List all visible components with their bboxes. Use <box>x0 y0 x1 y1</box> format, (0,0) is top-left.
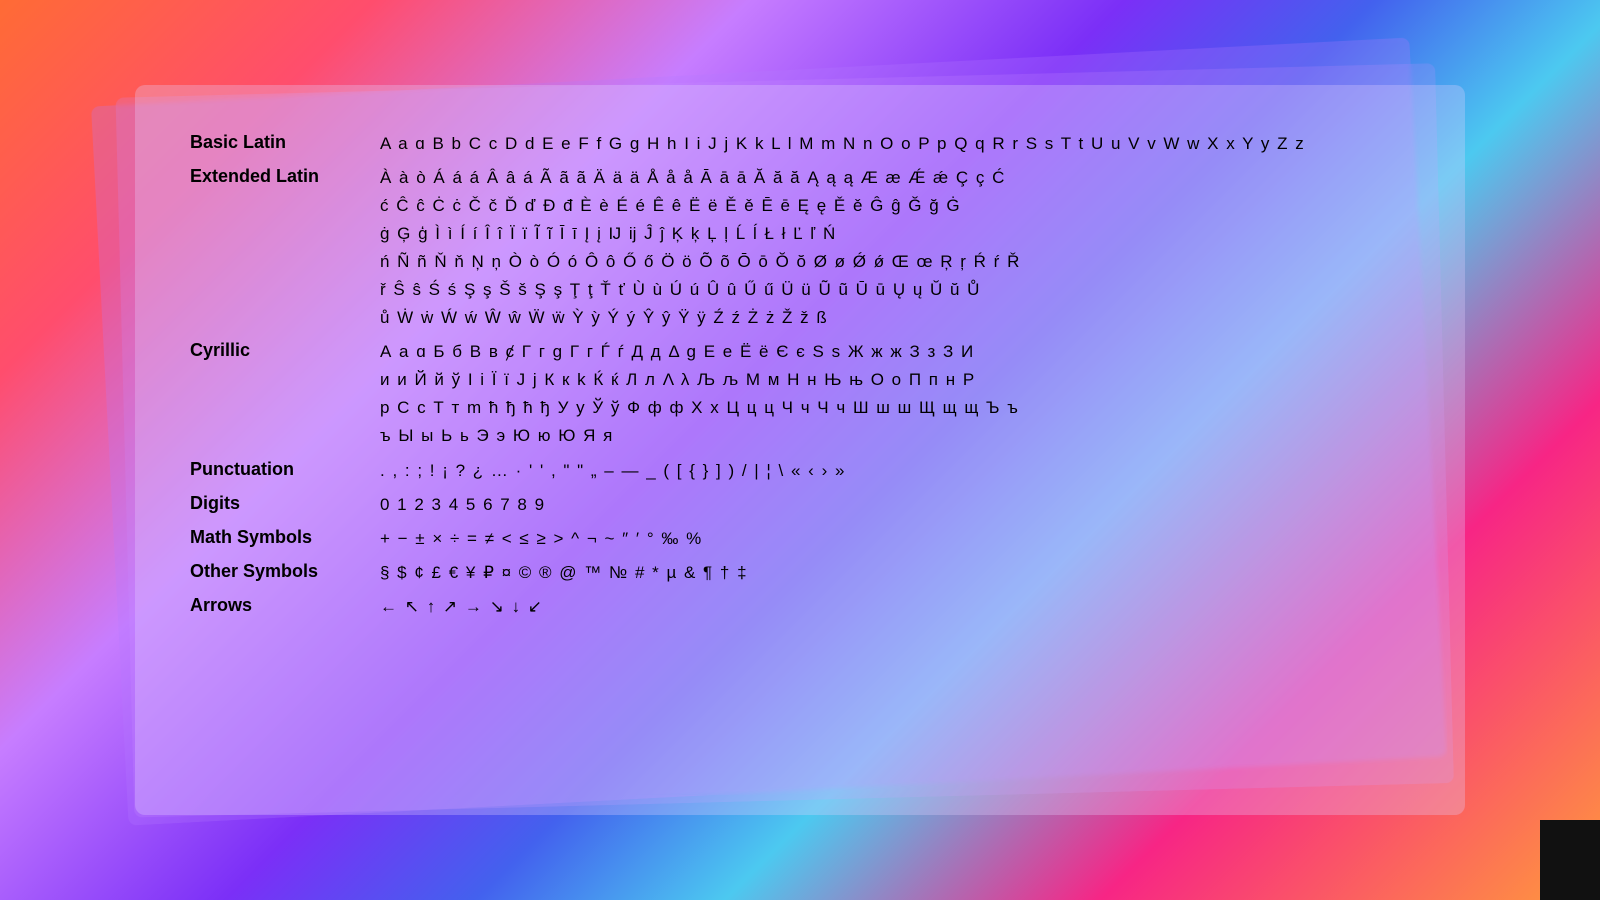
chars-extended-latin: À à ò Á á á Â â á Ã ã ã Ä ä ä Å å å Ā ā … <box>380 164 1410 332</box>
label-arrows: Arrows <box>190 593 380 616</box>
chars-cyrillic: А а ɑ Б б В в ȼ Г г ɡ Г г Ѓ ѓ Д д Δ ɡ Е … <box>380 338 1410 450</box>
staircase-decoration <box>1540 820 1600 900</box>
chars-arrows: ← ↖ ↑ ↗ → ↘ ↓ ↙ <box>380 593 1410 621</box>
label-digits: Digits <box>190 491 380 514</box>
section-math-symbols: Math Symbols + − ± × ÷ = ≠ < ≤ ≥ > ^ ¬ ~… <box>190 525 1410 553</box>
chars-punctuation: . , : ; ! ¡ ? ¿ … · ' ' , " " „ – — _ ( … <box>380 457 1410 485</box>
label-basic-latin: Basic Latin <box>190 130 380 153</box>
section-digits: Digits 0 1 2 3 4 5 6 7 8 9 <box>190 491 1410 519</box>
label-punctuation: Punctuation <box>190 457 380 480</box>
stair-1 <box>1540 820 1600 840</box>
section-cyrillic: Cyrillic А а ɑ Б б В в ȼ Г г ɡ Г г Ѓ ѓ Д… <box>190 338 1410 450</box>
content-panel: Basic Latin A a ɑ B b C c D d E e F f G … <box>135 85 1465 815</box>
chars-math-symbols: + − ± × ÷ = ≠ < ≤ ≥ > ^ ¬ ~ ″ ′ ° ‰ % <box>380 525 1410 553</box>
stair-3 <box>1540 860 1600 880</box>
stair-4 <box>1540 880 1600 900</box>
section-arrows: Arrows ← ↖ ↑ ↗ → ↘ ↓ ↙ <box>190 593 1410 621</box>
label-other-symbols: Other Symbols <box>190 559 380 582</box>
label-math-symbols: Math Symbols <box>190 525 380 548</box>
chars-basic-latin: A a ɑ B b C c D d E e F f G g H h I i J … <box>380 130 1410 158</box>
section-punctuation: Punctuation . , : ; ! ¡ ? ¿ … · ' ' , " … <box>190 457 1410 485</box>
section-extended-latin: Extended Latin À à ò Á á á Â â á Ã ã ã Ä… <box>190 164 1410 332</box>
stair-2 <box>1540 840 1600 860</box>
label-extended-latin: Extended Latin <box>190 164 380 187</box>
chars-other-symbols: § $ ¢ £ € ¥ ₽ ¤ © ® @ ™ № # * µ & ¶ † ‡ <box>380 559 1410 587</box>
chars-digits: 0 1 2 3 4 5 6 7 8 9 <box>380 491 1410 519</box>
section-basic-latin: Basic Latin A a ɑ B b C c D d E e F f G … <box>190 130 1410 158</box>
label-cyrillic: Cyrillic <box>190 338 380 361</box>
background-wrapper: Basic Latin A a ɑ B b C c D d E e F f G … <box>0 0 1600 900</box>
section-other-symbols: Other Symbols § $ ¢ £ € ¥ ₽ ¤ © ® @ ™ № … <box>190 559 1410 587</box>
